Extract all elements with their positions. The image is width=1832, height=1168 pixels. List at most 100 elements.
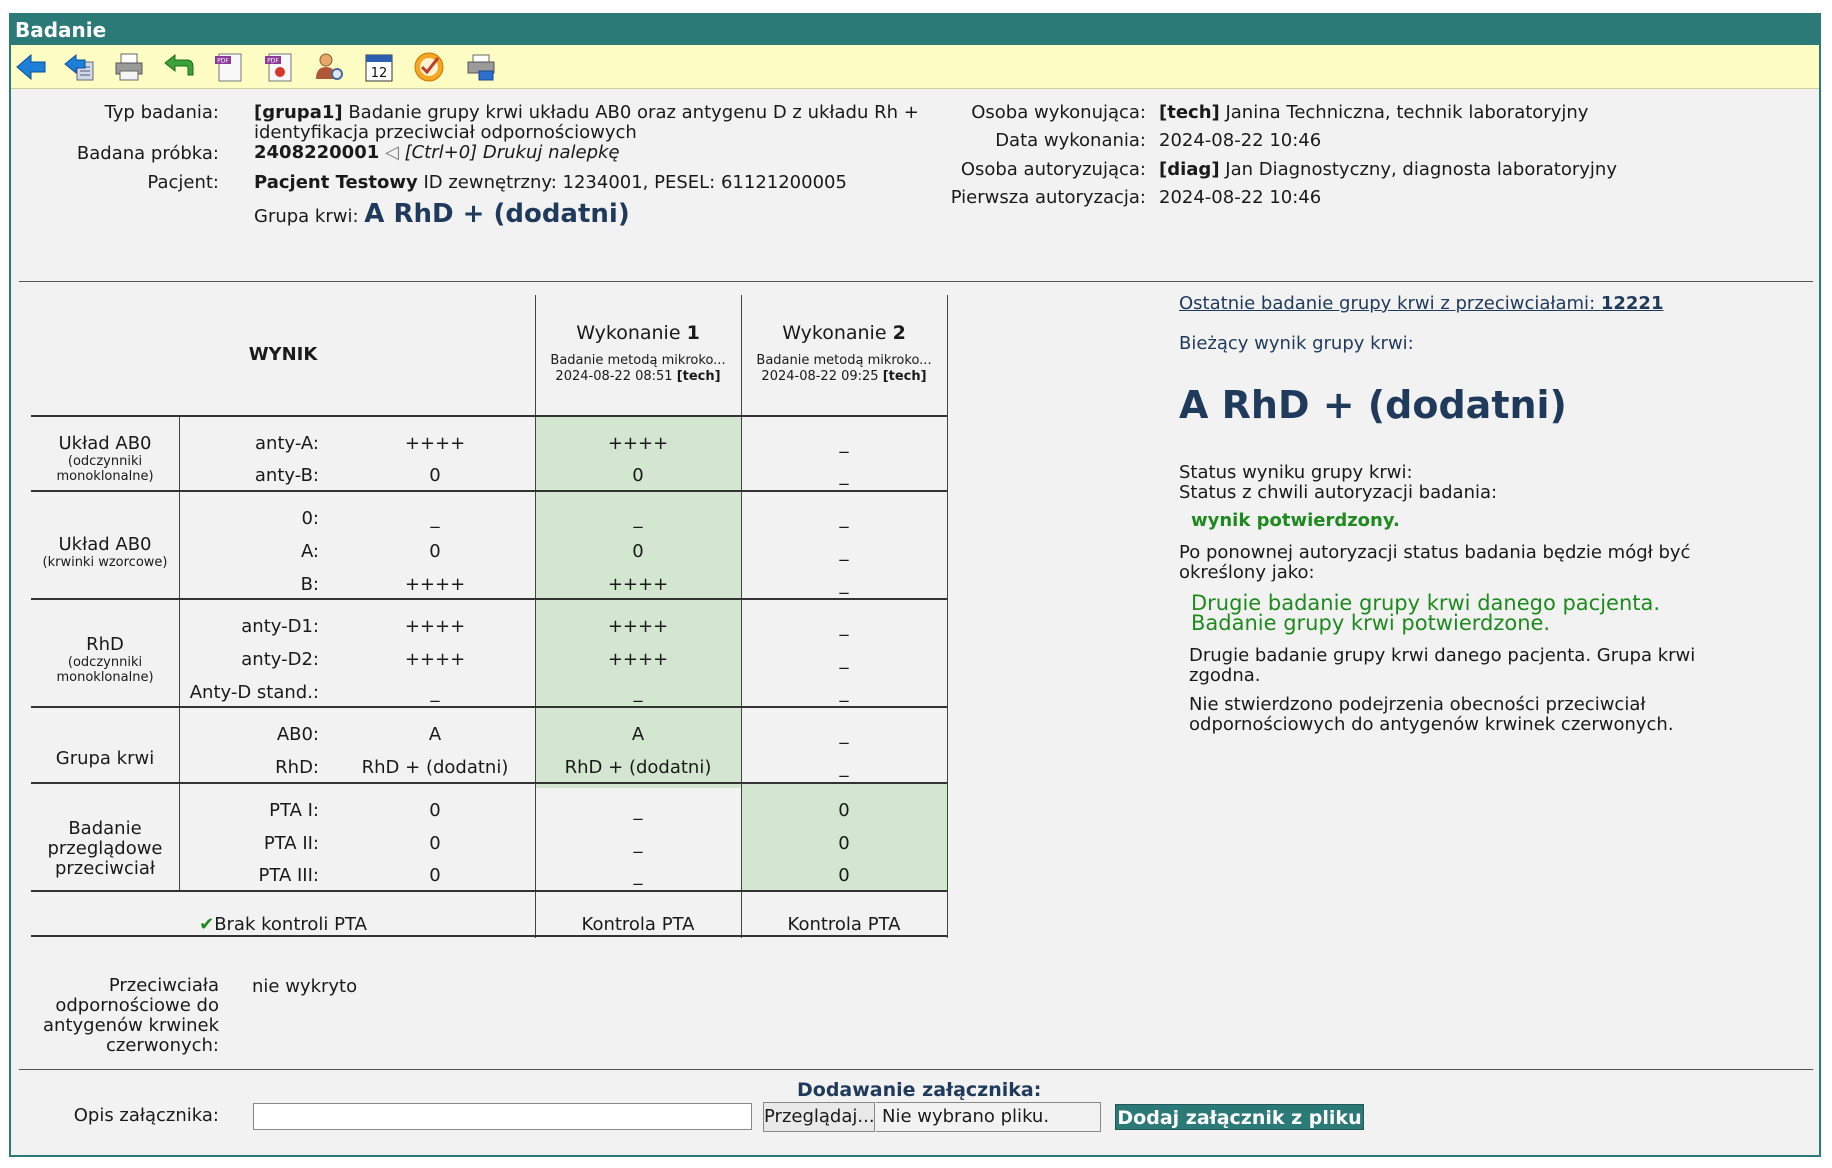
printer-label-icon[interactable]: [463, 49, 499, 85]
s3-sub2: monoklonalne): [56, 670, 154, 685]
grupa-krwi-value: A RhD + (dodatni): [364, 199, 630, 229]
section-ab0-krwinki: Układ AB0 (krwinki wzorcowe): [31, 534, 179, 570]
add-attachment-button[interactable]: Dodaj załącznik z pliku: [1115, 1104, 1364, 1130]
print-icon[interactable]: [111, 49, 147, 85]
kontrola-pta-wyk1[interactable]: Kontrola PTA: [535, 914, 741, 935]
row-b: B:: [300, 574, 319, 595]
row-anty-d-stand: Anty-D stand.:: [189, 682, 319, 703]
pierwsza-autoryzacja-label: Pierwsza autoryzacja:: [950, 187, 1146, 208]
after-auth-2: określony jako:: [1179, 562, 1315, 583]
row-anty-b: anty-B:: [254, 465, 319, 486]
antibodies-l3: antygenów krwinek: [43, 1015, 219, 1036]
d1-wyk1: ++++: [607, 616, 669, 637]
osoba-autoryzujaca-value: [diag] Jan Diagnostyczny, diagnosta labo…: [1159, 159, 1617, 180]
calendar-icon[interactable]: 12: [361, 49, 397, 85]
pta3-wyk1: _: [633, 865, 643, 886]
rhd-wyk1: RhD + (dodatni): [564, 757, 712, 778]
row-pta1: PTA I:: [269, 800, 319, 821]
pacjent-row: Pacjent Testowy ID zewnętrzny: 1234001, …: [254, 172, 847, 193]
pdf-stamp-icon[interactable]: PDF: [261, 49, 297, 85]
pta2-wyk1: _: [633, 833, 643, 854]
note-1b: zgodna.: [1189, 665, 1261, 686]
row-anty-d1: anty-D1:: [241, 616, 319, 637]
browse-button[interactable]: Przeglądaj...: [763, 1102, 875, 1132]
wyk2-date: 2024-08-22 09:25 [tech]: [741, 369, 947, 384]
kontrola-pta-wyk2[interactable]: Kontrola PTA: [741, 914, 947, 935]
back-arrow-icon[interactable]: [13, 49, 49, 85]
wykonanie-2-header[interactable]: Wykonanie 2: [741, 322, 947, 344]
after-auth-text: Po ponownej autoryzacji status badania b…: [1179, 543, 1690, 583]
typ-badania-line2: identyfikacja przeciwciał odpornościowyc…: [254, 122, 637, 143]
d2-value: ++++: [404, 649, 466, 670]
hline-5: [31, 782, 947, 784]
send-arrow-icon: ◁: [384, 142, 399, 163]
print-label-link[interactable]: ◁ [Ctrl+0] Drukuj nalepkę: [385, 142, 620, 163]
pacjent-ids: ID zewnętrzny: 1234001, PESEL: 611212000…: [417, 172, 847, 193]
approve-check-icon[interactable]: [411, 49, 447, 85]
last-test-link[interactable]: Ostatnie badanie grupy krwi z przeciwcia…: [1179, 293, 1663, 314]
grupa-krwi-label: Grupa krwi:: [254, 206, 359, 227]
anty-a-value: ++++: [404, 433, 466, 454]
brak-kontroli-pta: ✔Brak kontroli PTA: [31, 914, 535, 935]
wyk1-date: 2024-08-22 08:51 [tech]: [535, 369, 741, 384]
anty-b-value: 0: [429, 465, 441, 486]
r0-wyk1: _: [633, 508, 643, 529]
row-pta2: PTA II:: [263, 833, 319, 854]
after-auth-1: Po ponownej autoryzacji status badania b…: [1179, 542, 1691, 563]
return-arrow-icon[interactable]: [161, 49, 197, 85]
wyk1-label: Wykonanie: [576, 322, 687, 344]
hline-3: [31, 598, 947, 600]
status-green-2: Badanie grupy krwi potwierdzone.: [1191, 611, 1551, 635]
anty-a-wyk2: _: [839, 433, 849, 454]
badanie-window: Badanie PDF PDF 12 Typ badania: [grupa1]…: [9, 13, 1821, 1157]
no-file-text: Nie wybrano pliku.: [876, 1102, 1101, 1132]
row-ab0: AB0:: [276, 724, 319, 745]
row-pta3: PTA III:: [258, 865, 319, 886]
d1-value: ++++: [404, 616, 466, 637]
note-1: Drugie badanie grupy krwi danego pacjent…: [1189, 646, 1695, 686]
separator-bottom: [19, 1069, 1813, 1070]
hline-4: [31, 706, 947, 708]
separator-top: [19, 281, 1813, 282]
s5-l1: Badanie: [68, 818, 142, 839]
s1-title: Układ AB0: [58, 433, 152, 454]
wykonanie-1-header[interactable]: Wykonanie 1: [535, 322, 741, 344]
s3-sub1: (odczynniki: [67, 655, 143, 670]
user-search-icon[interactable]: [311, 49, 347, 85]
row-0: 0:: [301, 508, 319, 529]
s2-title: Układ AB0: [58, 534, 152, 555]
wyk1-method: Badanie metodą mikroko...: [550, 353, 726, 368]
attachment-title: Dodawanie załącznika:: [797, 1079, 1042, 1101]
data-wykonania-value: 2024-08-22 10:46: [1159, 130, 1322, 151]
pdf-document-icon[interactable]: PDF: [211, 49, 247, 85]
wyk2-user: [tech]: [882, 369, 927, 384]
wynik-header: WYNIK: [248, 344, 318, 365]
osoba-wykonujaca-code: [tech]: [1159, 102, 1220, 123]
s5-l3: przeciwciał: [54, 858, 155, 879]
badana-probka-label: Badana próbka:: [76, 143, 219, 164]
note-1a: Drugie badanie grupy krwi danego pacjent…: [1189, 645, 1696, 666]
ra-value: 0: [429, 541, 441, 562]
print-label-text: [Ctrl+0] Drukuj nalepkę: [404, 142, 620, 163]
back-list-icon[interactable]: [61, 49, 97, 85]
pierwsza-autoryzacja-value: 2024-08-22 10:46: [1159, 187, 1322, 208]
wyk1-date-text: 2024-08-22 08:51: [555, 369, 677, 384]
pta1-wyk1: _: [633, 800, 643, 821]
svg-text:12: 12: [371, 66, 388, 81]
osoba-wykonujaca-label: Osoba wykonująca:: [971, 102, 1146, 123]
anty-b-wyk1: 0: [632, 465, 644, 486]
last-test-label: Ostatnie badanie grupy krwi z przeciwcia…: [1179, 293, 1601, 314]
section-grupa-krwi: Grupa krwi: [55, 748, 155, 769]
osoba-wykonujaca-name: Janina Techniczna, technik laboratoryjny: [1219, 102, 1589, 123]
ab0-value: A: [428, 724, 442, 745]
typ-badania-text1: Badanie grupy krwi układu AB0 oraz antyg…: [342, 102, 919, 123]
s1-sub1: (odczynniki: [67, 454, 143, 469]
toolbar: PDF PDF 12: [11, 45, 1819, 89]
wyk2-method: Badanie metodą mikroko...: [756, 353, 932, 368]
opis-zalacznika-input[interactable]: [253, 1103, 752, 1130]
row-anty-a: anty-A:: [255, 433, 319, 454]
pta3-wyk2: 0: [838, 865, 850, 886]
ab0-wyk1: A: [631, 724, 645, 745]
antibodies-l4: czerwonych:: [106, 1035, 219, 1056]
d2-wyk2: _: [839, 649, 849, 670]
